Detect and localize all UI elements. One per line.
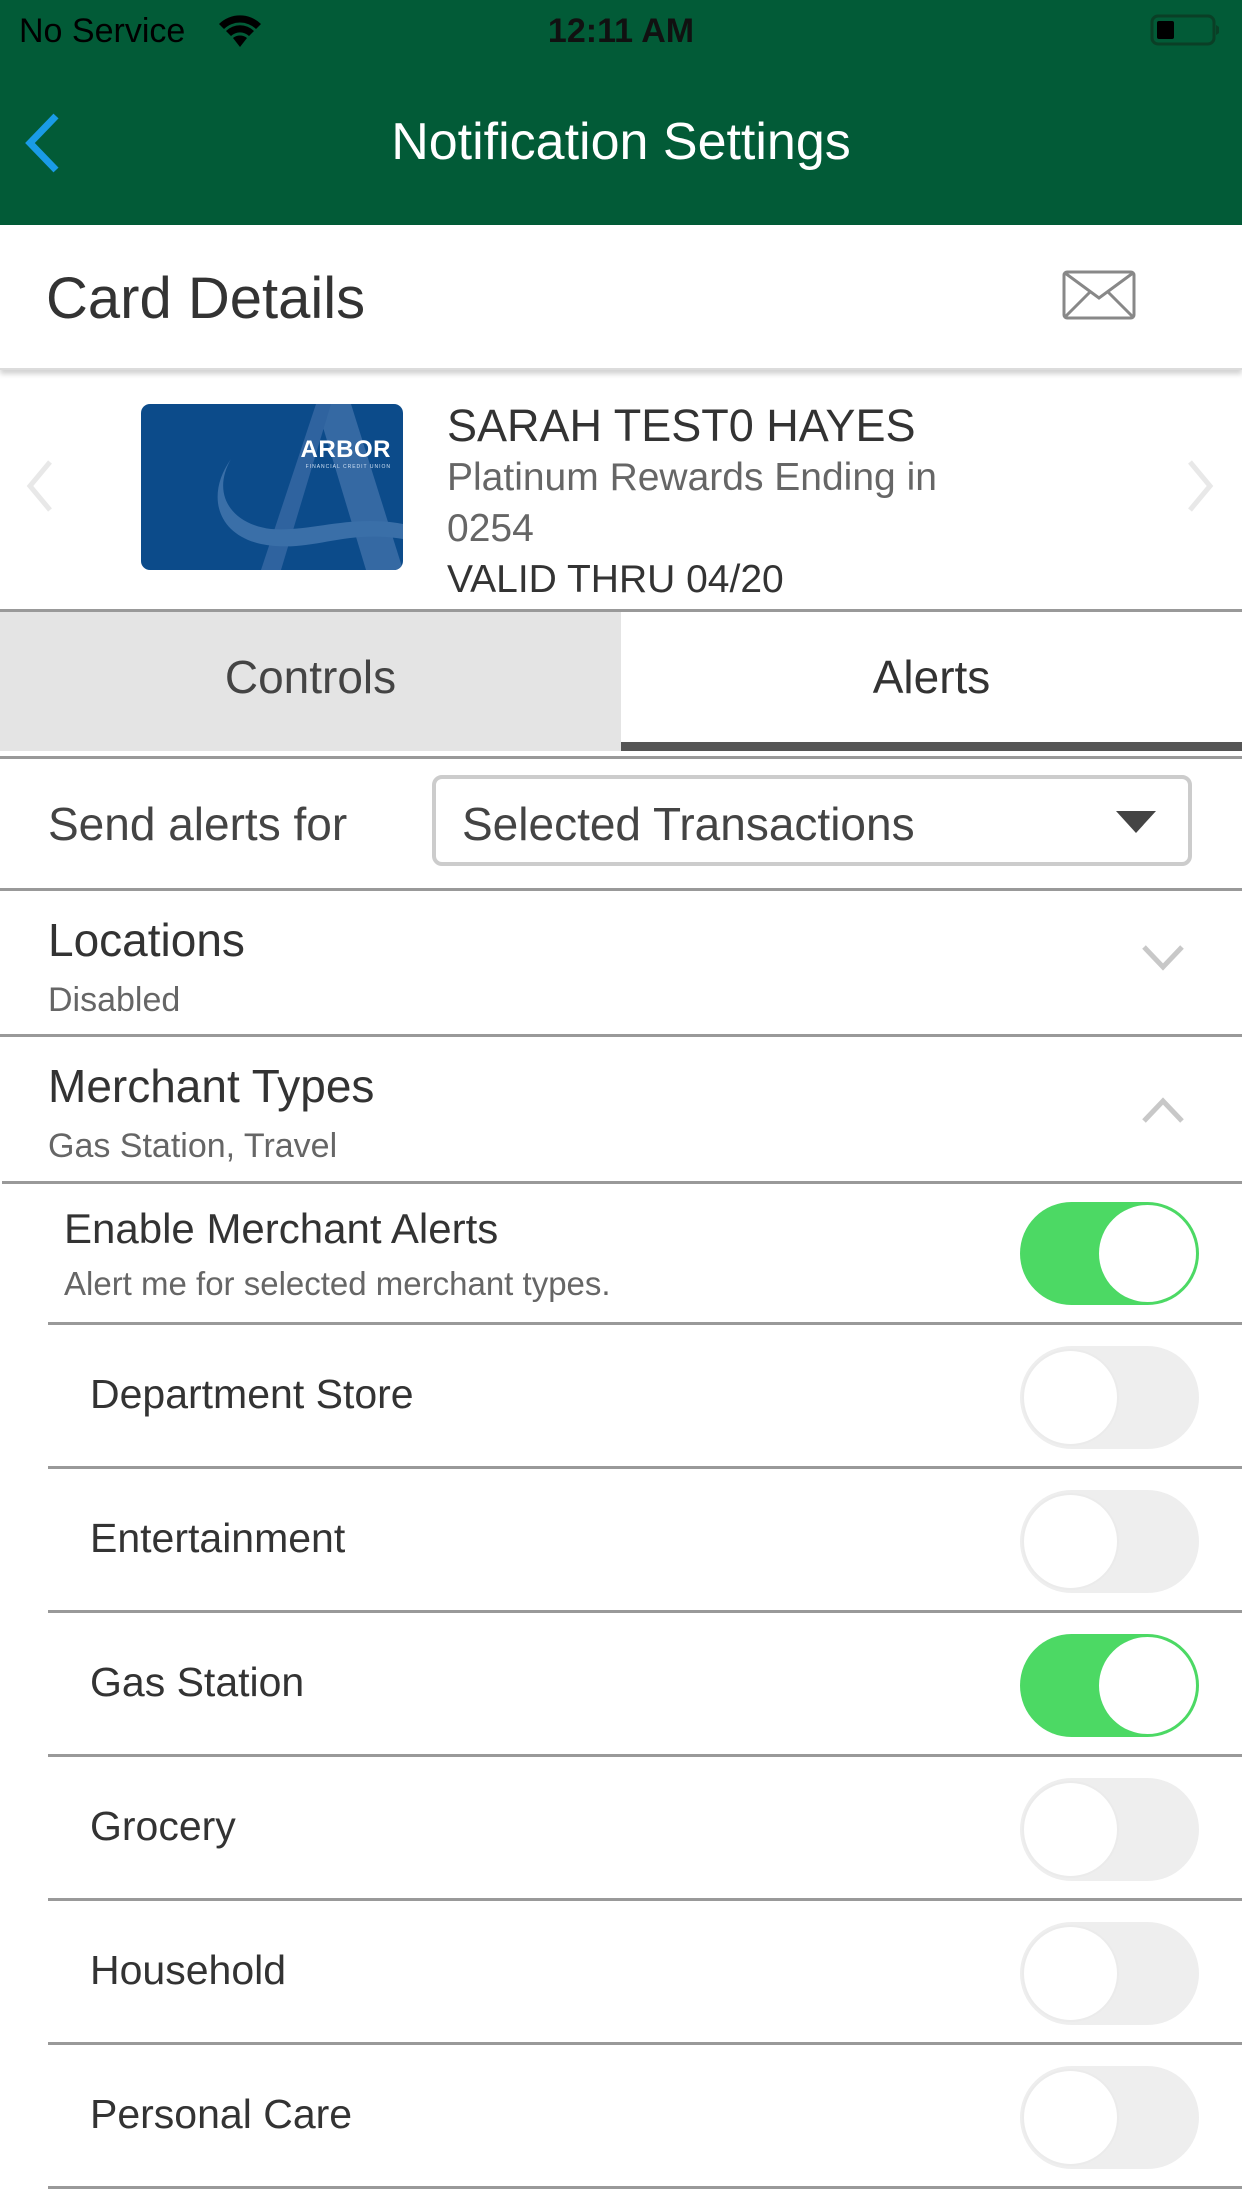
dropdown-caret-icon	[1116, 811, 1156, 833]
card-valid-thru: VALID THRU 04/20	[447, 558, 784, 601]
merchant-type-toggle[interactable]	[1020, 1346, 1199, 1449]
merchant-type-row: Household	[48, 1901, 1242, 2045]
toggle-knob	[1022, 1349, 1119, 1446]
enable-merchant-alerts-row: Enable Merchant Alerts Alert me for sele…	[0, 1185, 1242, 1323]
card-details-header: Card Details	[0, 225, 1242, 370]
divider	[48, 2186, 1242, 2189]
divider	[2, 1181, 1242, 1184]
card-holder-name: SARAH TEST0 HAYES	[447, 400, 916, 451]
merchant-type-row: Personal Care	[48, 2045, 1242, 2189]
merchant-type-row: Entertainment	[48, 1469, 1242, 1613]
merchant-type-label: Grocery	[90, 1803, 236, 1849]
merchant-type-row: Gas Station	[48, 1613, 1242, 1757]
merchant-type-label: Entertainment	[90, 1515, 346, 1561]
envelope-icon[interactable]	[1062, 270, 1136, 322]
merchant-type-row: Grocery	[48, 1757, 1242, 1901]
toggle-knob	[1022, 1493, 1119, 1590]
chevron-up-icon	[1142, 1097, 1184, 1123]
merchant-type-label: Personal Care	[90, 2091, 353, 2137]
locations-section[interactable]: Locations Disabled	[0, 891, 1242, 1033]
toggle-knob	[1022, 2069, 1119, 2166]
tab-bar: Controls Alerts	[0, 609, 1242, 751]
send-alerts-dropdown[interactable]: Selected Transactions	[432, 775, 1192, 866]
tab-alerts[interactable]: Alerts	[621, 612, 1242, 751]
merchant-type-toggle[interactable]	[1020, 1922, 1199, 2025]
send-alerts-row: Send alerts for Selected Transactions	[0, 759, 1242, 889]
merchant-type-toggle[interactable]	[1020, 1490, 1199, 1593]
merchant-type-row: Department Store	[48, 1325, 1242, 1469]
enable-merchant-alerts-toggle[interactable]	[1020, 1202, 1199, 1305]
battery-low-icon	[1150, 14, 1219, 46]
status-bar: No Service 12:11 AM	[0, 0, 1242, 62]
clock: 12:11 AM	[547, 12, 695, 50]
card-brand-subtitle: FINANCIAL CREDIT UNION	[305, 464, 391, 470]
enable-merchant-alerts-description: Alert me for selected merchant types.	[64, 1265, 611, 1302]
merchant-types-section[interactable]: Merchant Types Gas Station, Travel	[0, 1037, 1242, 1179]
navigation-bar: Notification Settings	[0, 62, 1242, 225]
merchant-type-label: Gas Station	[90, 1659, 305, 1705]
page-title: Notification Settings	[391, 113, 851, 171]
card-description: Platinum Rewards Ending in	[447, 456, 937, 499]
card-image: ARBOR FINANCIAL CREDIT UNION	[141, 404, 403, 570]
enable-merchant-alerts-title: Enable Merchant Alerts	[64, 1205, 499, 1252]
card-carousel: ARBOR FINANCIAL CREDIT UNION SARAH TEST0…	[0, 372, 1242, 610]
tab-controls[interactable]: Controls	[0, 612, 621, 751]
merchant-type-toggle[interactable]	[1020, 2066, 1199, 2169]
merchant-type-label: Department Store	[90, 1371, 414, 1417]
toggle-knob	[1022, 1925, 1119, 2022]
top-bar: No Service 12:11 AM Notification Setting…	[0, 0, 1242, 225]
card-last-digits: 0254	[447, 507, 534, 550]
previous-card-chevron-icon[interactable]	[20, 456, 60, 516]
card-brand: ARBOR	[300, 436, 391, 463]
merchant-types-title: Merchant Types	[48, 1060, 375, 1112]
card-details-heading: Card Details	[46, 266, 366, 331]
next-card-chevron-icon[interactable]	[1180, 456, 1220, 516]
send-alerts-selected-value: Selected Transactions	[462, 798, 915, 850]
merchant-types-summary: Gas Station, Travel	[48, 1127, 338, 1165]
merchant-type-label: Household	[90, 1947, 287, 1993]
toggle-knob	[1022, 1781, 1119, 1878]
send-alerts-label: Send alerts for	[48, 798, 348, 850]
toggle-knob	[1099, 1205, 1196, 1302]
chevron-down-icon	[1142, 945, 1184, 971]
locations-status: Disabled	[48, 981, 181, 1019]
toggle-knob	[1099, 1637, 1196, 1734]
merchant-type-toggle[interactable]	[1020, 1634, 1199, 1737]
locations-title: Locations	[48, 914, 245, 966]
card-info: SARAH TEST0 HAYES Platinum Rewards Endin…	[447, 400, 1007, 605]
card-artwork	[217, 404, 403, 570]
merchant-type-toggle[interactable]	[1020, 1778, 1199, 1881]
